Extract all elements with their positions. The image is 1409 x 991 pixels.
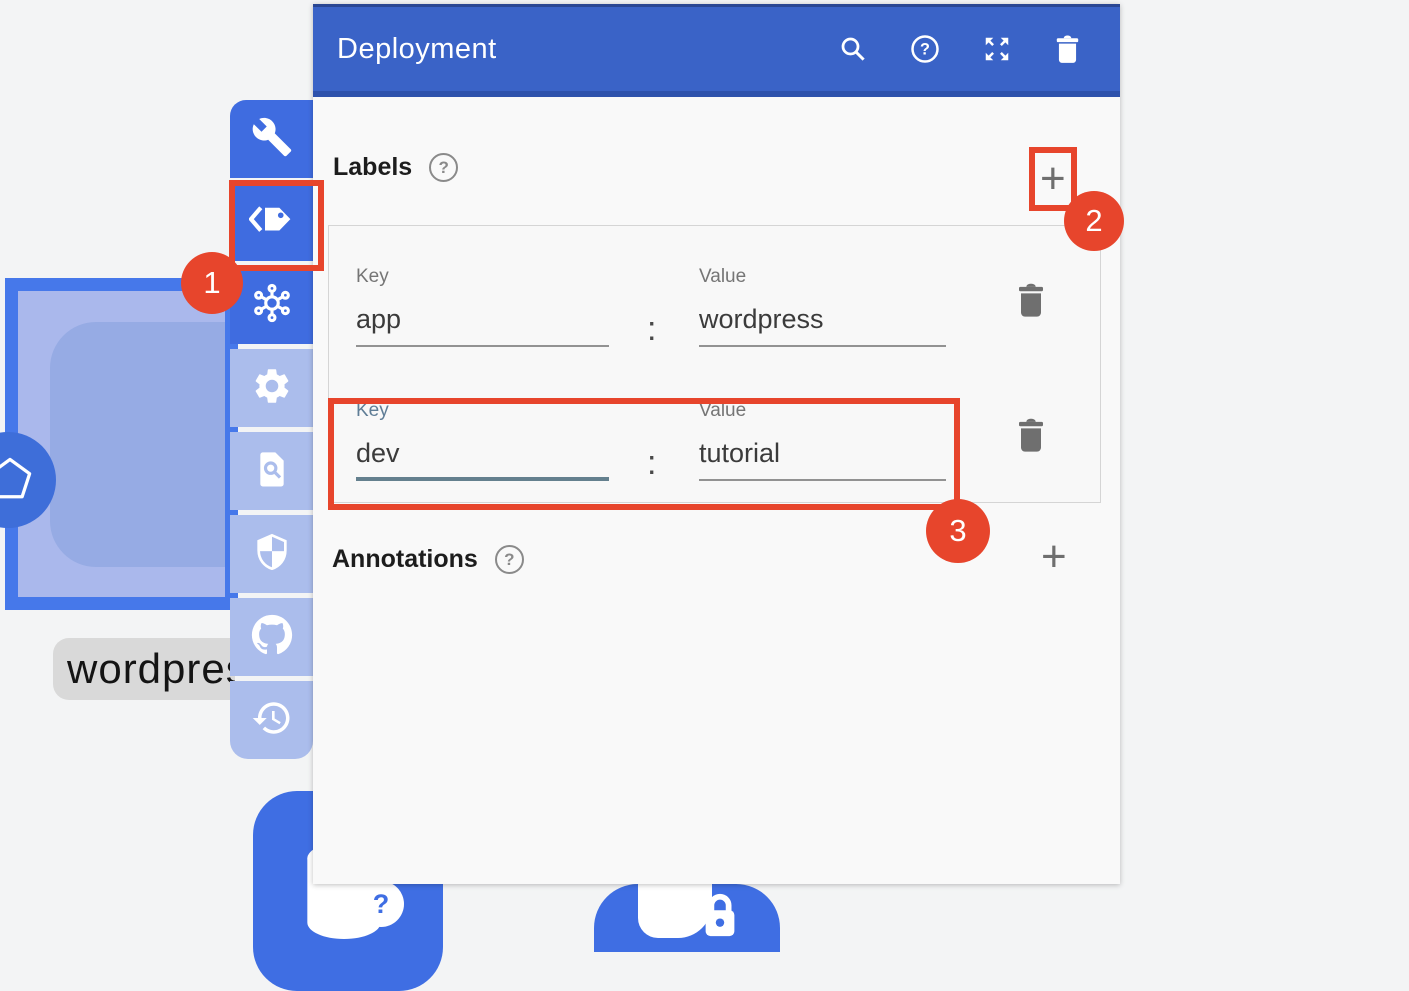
toolbar-item-history[interactable] bbox=[230, 681, 313, 759]
delete-label-row-button[interactable] bbox=[1015, 280, 1047, 320]
toolbar-item-security[interactable] bbox=[230, 515, 313, 593]
add-annotation-button[interactable]: + bbox=[1041, 535, 1067, 579]
search-icon[interactable] bbox=[838, 34, 868, 64]
node-label: wordpress bbox=[53, 638, 235, 700]
trash-icon[interactable] bbox=[1054, 34, 1084, 64]
tutorial-step-2: 2 bbox=[1064, 191, 1124, 251]
labels-help-icon[interactable]: ? bbox=[429, 153, 458, 182]
expand-icon[interactable] bbox=[982, 34, 1012, 64]
key-label: Key bbox=[356, 266, 609, 288]
panel-body: Labels ? + 2 Key app : Value wordpress K… bbox=[313, 97, 1120, 878]
shield-icon bbox=[252, 532, 292, 577]
toolbar-item-inspect[interactable] bbox=[230, 432, 313, 510]
history-icon bbox=[251, 697, 293, 744]
deployment-panel: Deployment ? Labels ? + 2 Key bbox=[313, 4, 1120, 884]
label-key-field: Key app bbox=[356, 266, 609, 347]
svg-text:?: ? bbox=[920, 41, 930, 59]
tutorial-step-3: 3 bbox=[926, 499, 990, 563]
question-badge: ? bbox=[358, 881, 404, 927]
value-input[interactable]: wordpress bbox=[699, 300, 946, 347]
delete-label-row-button[interactable] bbox=[1015, 415, 1047, 455]
panel-header: Deployment ? bbox=[313, 4, 1120, 97]
gear-icon bbox=[251, 365, 293, 412]
hub-icon bbox=[250, 281, 294, 330]
value-label: Value bbox=[699, 266, 946, 288]
toolbar-item-settings[interactable] bbox=[230, 349, 313, 427]
key-input[interactable]: app bbox=[356, 300, 609, 347]
tutorial-highlight-new-label-row bbox=[328, 398, 960, 510]
labels-heading: Labels ? bbox=[333, 153, 458, 182]
panel-header-actions: ? bbox=[838, 34, 1084, 64]
volume-node-locked[interactable] bbox=[594, 884, 780, 952]
key-value-separator: : bbox=[647, 310, 656, 349]
toolbar-item-github[interactable] bbox=[230, 598, 313, 676]
help-icon[interactable]: ? bbox=[910, 34, 940, 64]
file-search-icon bbox=[252, 449, 292, 494]
deployment-node-inner bbox=[50, 322, 238, 567]
annotations-heading: Annotations ? bbox=[332, 545, 524, 574]
tutorial-step-1: 1 bbox=[181, 252, 243, 314]
annotations-help-icon[interactable]: ? bbox=[495, 545, 524, 574]
toolbar-item-build[interactable] bbox=[230, 100, 313, 178]
panel-title: Deployment bbox=[337, 33, 497, 66]
labels-heading-text: Labels bbox=[333, 153, 412, 182]
wrench-icon bbox=[251, 116, 293, 163]
tutorial-highlight-labels-tool bbox=[229, 180, 324, 271]
label-value-field: Value wordpress bbox=[699, 266, 946, 347]
github-icon bbox=[251, 614, 293, 661]
annotations-heading-text: Annotations bbox=[332, 545, 478, 574]
